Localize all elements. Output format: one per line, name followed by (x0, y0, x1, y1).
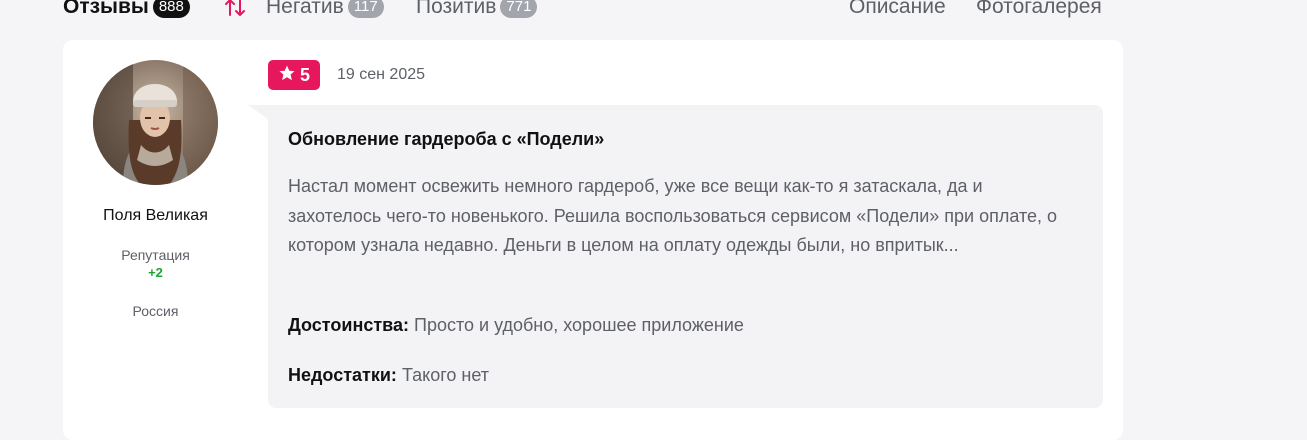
tab-negative[interactable]: Негатив 117 (266, 0, 384, 20)
sort-arrows-icon[interactable] (224, 0, 246, 20)
tab-positive-label: Позитив (416, 0, 497, 18)
tab-negative-label: Негатив (266, 0, 344, 18)
reputation-label: Репутация (121, 247, 190, 263)
review-body[interactable]: Обновление гардероба с «Подели» Настал м… (268, 105, 1103, 408)
author-name[interactable]: Поля Великая (63, 206, 248, 226)
tab-reviews[interactable]: Отзывы 888 (63, 0, 190, 20)
star-icon (278, 64, 296, 87)
pros-label: Достоинства: (288, 315, 409, 335)
review-title[interactable]: Обновление гардероба с «Подели» (288, 127, 1078, 151)
review-cons: Недостатки: Такого нет (288, 362, 1078, 388)
review-tabs: Отзывы 888 Негатив 117 Позитив 771 Описа… (63, 0, 1123, 22)
pros-value: Просто и удобно, хорошее приложение (414, 315, 744, 335)
tab-reviews-count: 888 (152, 0, 190, 18)
tab-positive-count: 771 (500, 0, 538, 18)
review-text[interactable]: Настал момент освежить немного гардероб,… (288, 172, 1078, 261)
cons-label: Недостатки: (288, 365, 397, 385)
rating-value: 5 (299, 64, 310, 85)
rating-badge: 5 (268, 60, 320, 90)
reputation-value: +2 (148, 265, 163, 280)
tab-description[interactable]: Описание (849, 0, 946, 20)
tab-positive[interactable]: Позитив 771 (416, 0, 538, 20)
review-date: 19 сен 2025 (337, 66, 426, 83)
tab-gallery[interactable]: Фотогалерея (976, 0, 1102, 20)
review-card: Поля Великая Репутация +2 Россия 5 19 се… (63, 40, 1123, 440)
author-country: Россия (132, 303, 179, 319)
review-pros: Достоинства: Просто и удобно, хорошее пр… (288, 312, 1078, 338)
cons-value: Такого нет (401, 365, 490, 385)
avatar[interactable] (93, 60, 218, 185)
bubble-tail (248, 105, 268, 119)
tab-reviews-label: Отзывы (63, 0, 149, 18)
tab-negative-count: 117 (347, 0, 384, 18)
